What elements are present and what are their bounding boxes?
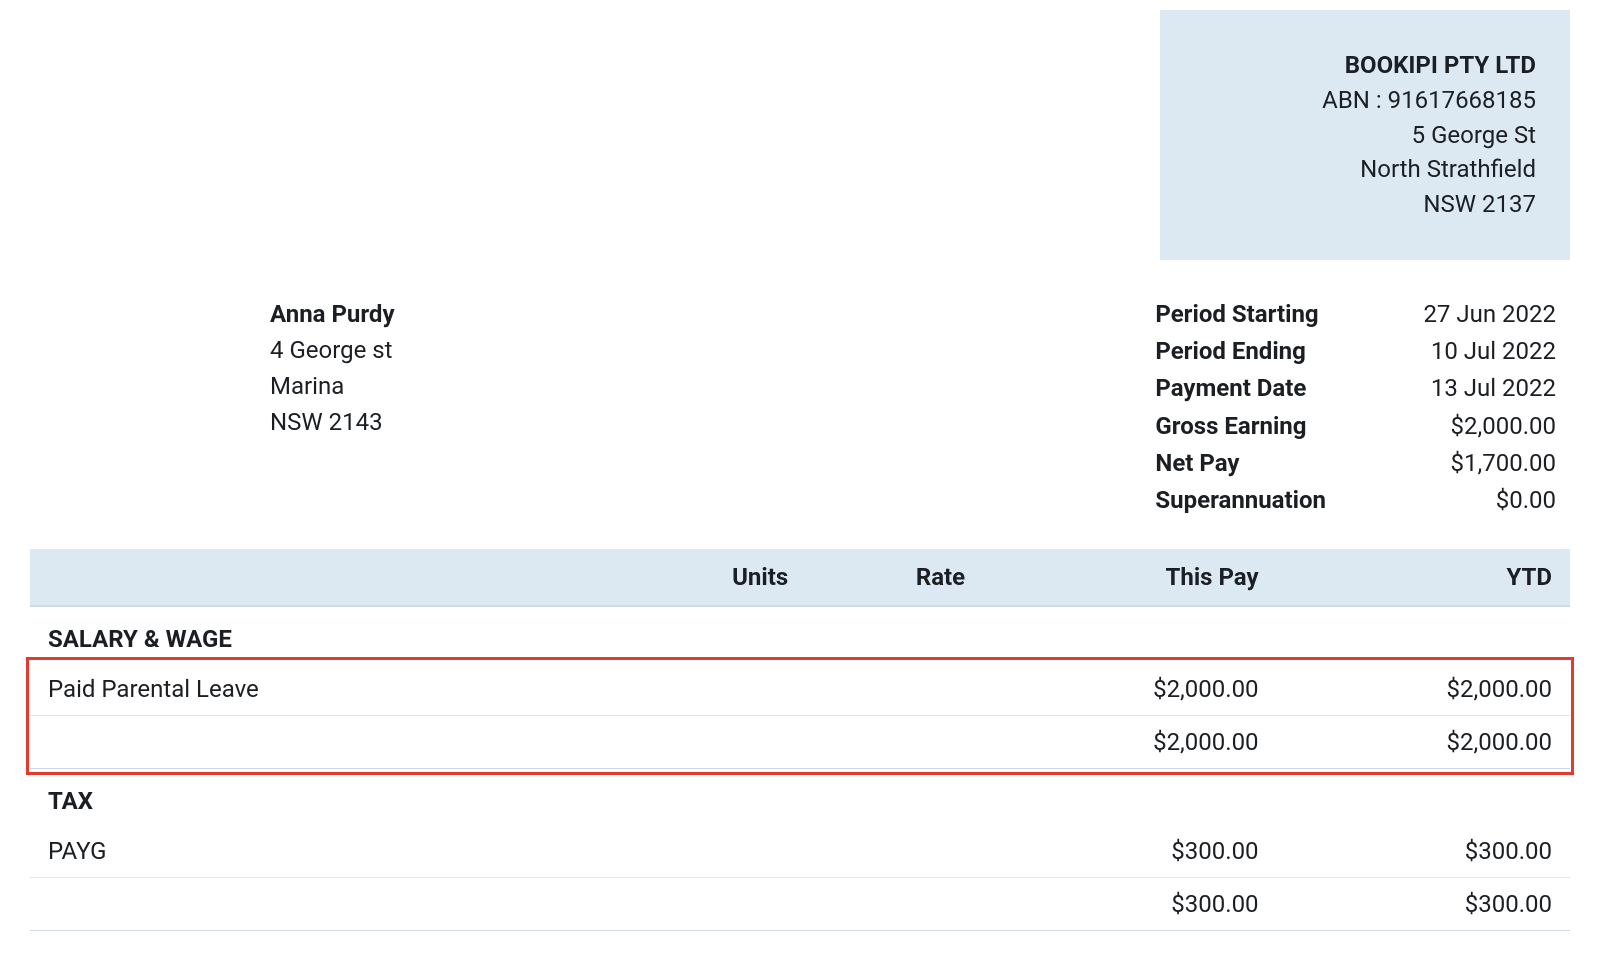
info-row: Anna Purdy 4 George st Marina NSW 2143 P… [30,296,1570,519]
summary-value: $2,000.00 [1396,408,1556,445]
table-row: Paid Parental Leave $2,000.00$2,000.00 [30,663,1570,716]
table-wrap: Units Rate This Pay YTD SALARY & WAGEPai… [30,549,1570,931]
pay-table: Units Rate This Pay YTD SALARY & WAGEPai… [30,549,1570,931]
subtotal-cell [615,716,806,769]
summary-value: 10 Jul 2022 [1396,333,1556,370]
summary-block: Period Starting 27 Jun 2022 Period Ending 1… [1155,296,1570,519]
payslip-page: BOOKIPI PTY LTD ABN : 91617668185 5 Geor… [0,0,1600,971]
summary-value: 13 Jul 2022 [1396,370,1556,407]
summary-row: Payment Date 13 Jul 2022 [1155,370,1556,407]
cell-ytd: $300.00 [1277,825,1570,878]
summary-row: Gross Earning $2,000.00 [1155,408,1556,445]
subtotal-row: $300.00$300.00 [30,878,1570,931]
subtotal-cell [615,878,806,931]
summary-label: Net Pay [1155,445,1239,482]
cell-item: Paid Parental Leave [30,663,615,716]
subtotal-cell: $2,000.00 [1277,716,1570,769]
cell-this_pay: $300.00 [983,825,1276,878]
table-row: PAYG $300.00$300.00 [30,825,1570,878]
subtotal-cell [30,878,615,931]
company-block: BOOKIPI PTY LTD ABN : 91617668185 5 Geor… [1160,10,1570,260]
employee-block: Anna Purdy 4 George st Marina NSW 2143 [270,296,395,519]
summary-label: Period Starting [1155,296,1318,333]
subtotal-cell [806,878,983,931]
company-address-2: North Strathfield [1280,152,1536,187]
cell-ytd: $2,000.00 [1277,663,1570,716]
col-units: Units [615,549,806,606]
subtotal-cell: $300.00 [983,878,1276,931]
summary-row: Period Starting 27 Jun 2022 [1155,296,1556,333]
col-rate: Rate [806,549,983,606]
subtotal-cell [806,716,983,769]
employee-address-1: 4 George st [270,332,395,368]
summary-value: 27 Jun 2022 [1396,296,1556,333]
summary-row: Superannuation $0.00 [1155,482,1556,519]
company-address-3: NSW 2137 [1280,187,1536,222]
cell-item: PAYG [30,825,615,878]
company-abn: ABN : 91617668185 [1280,83,1536,118]
subtotal-cell: $2,000.00 [983,716,1276,769]
summary-row: Net Pay $1,700.00 [1155,445,1556,482]
cell-this_pay: $2,000.00 [983,663,1276,716]
cell-rate [806,663,983,716]
summary-label: Gross Earning [1155,408,1306,445]
cell-units [615,825,806,878]
table-header-row: Units Rate This Pay YTD [30,549,1570,606]
company-row: BOOKIPI PTY LTD ABN : 91617668185 5 Geor… [30,10,1570,260]
company-name: BOOKIPI PTY LTD [1280,48,1536,83]
section-title: SALARY & WAGE [30,606,1570,663]
col-ytd: YTD [1277,549,1570,606]
employee-address-2: Marina [270,368,395,404]
subtotal-cell [30,716,615,769]
summary-row: Period Ending 10 Jul 2022 [1155,333,1556,370]
subtotal-row: $2,000.00$2,000.00 [30,716,1570,769]
subtotal-cell: $300.00 [1277,878,1570,931]
summary-label: Superannuation [1155,482,1326,519]
summary-label: Period Ending [1155,333,1305,370]
cell-units [615,663,806,716]
summary-value: $0.00 [1396,482,1556,519]
section-header-row: SALARY & WAGE [30,606,1570,663]
summary-value: $1,700.00 [1396,445,1556,482]
section-header-row: TAX [30,769,1570,826]
employee-name: Anna Purdy [270,296,395,332]
cell-rate [806,825,983,878]
summary-label: Payment Date [1155,370,1306,407]
section-title: TAX [30,769,1570,826]
col-item [30,549,615,606]
col-this-pay: This Pay [983,549,1276,606]
employee-address-3: NSW 2143 [270,404,395,440]
company-address-1: 5 George St [1280,118,1536,153]
